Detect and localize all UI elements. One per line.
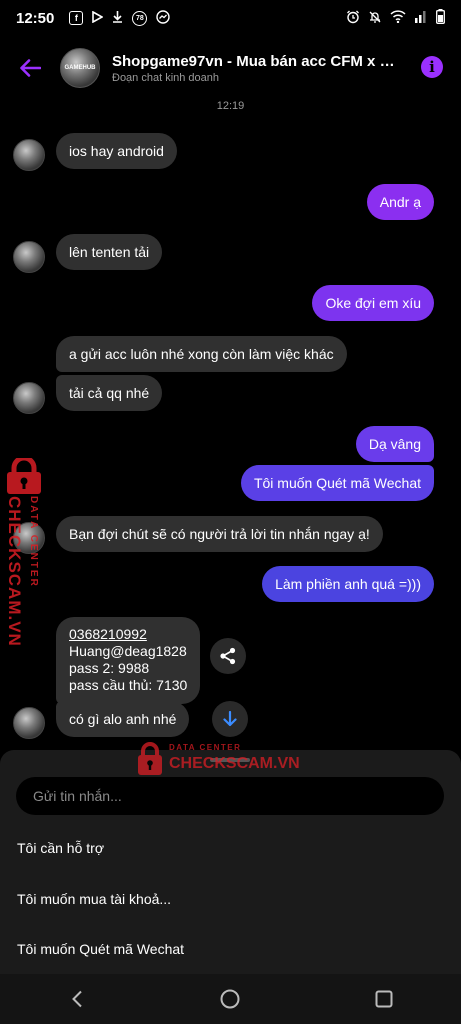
share-icon xyxy=(220,647,236,665)
back-chevron-icon xyxy=(71,990,82,1008)
share-button[interactable] xyxy=(210,638,246,674)
message-incoming-credentials[interactable]: 0368210992 Huang@deag1828 pass 2: 9988 p… xyxy=(56,617,201,704)
alarm-icon xyxy=(346,10,360,27)
contact-info[interactable]: Shopgame97vn - Mua bán acc CFM x Game...… xyxy=(112,53,402,84)
messenger-icon xyxy=(156,10,171,26)
message-line: pass cầu thủ: 7130 xyxy=(69,677,188,693)
status-bar: 12:50 f 78 xyxy=(0,0,461,36)
download-icon xyxy=(112,11,123,25)
sender-avatar[interactable] xyxy=(13,382,45,414)
checkscam-watermark-center: DATA CENTER CHECKSCAM.VN xyxy=(137,742,300,776)
message-incoming[interactable]: tải cả qq nhé xyxy=(56,375,163,411)
message-outgoing[interactable]: Làm phiền anh quá =))) xyxy=(262,566,434,602)
message-outgoing[interactable]: Oke đợi em xíu xyxy=(312,285,434,321)
sender-avatar[interactable] xyxy=(13,139,45,171)
phone-number-link[interactable]: 0368210992 xyxy=(69,626,187,643)
notification-count-icon: 78 xyxy=(132,10,148,26)
quick-reply-item[interactable]: Tôi muốn Quét mã Wechat xyxy=(17,941,184,957)
back-arrow-icon xyxy=(20,59,41,77)
message-incoming[interactable]: a gửi acc luôn nhé xong còn làm việc khá… xyxy=(56,336,347,372)
wifi-icon xyxy=(390,10,406,26)
watermark-top-text: DATA CENTER xyxy=(28,496,39,588)
home-circle-icon xyxy=(220,989,240,1009)
contact-name: Shopgame97vn - Mua bán acc CFM x Game... xyxy=(112,52,402,70)
chat-header: GAMEHUB Shopgame97vn - Mua bán acc CFM x… xyxy=(0,36,461,100)
sender-avatar[interactable] xyxy=(13,241,45,273)
battery-icon xyxy=(436,9,445,27)
nav-recents-button[interactable] xyxy=(359,979,409,1019)
status-time: 12:50 xyxy=(16,9,55,27)
info-icon[interactable]: i xyxy=(421,56,443,78)
lock-icon xyxy=(7,458,41,494)
message-line: pass 2: 9988 xyxy=(69,660,150,676)
nav-home-button[interactable] xyxy=(205,979,255,1019)
recents-square-icon xyxy=(375,990,393,1008)
watermark-brand-text: CHECKSCAM.VN xyxy=(169,755,300,772)
message-outgoing[interactable]: Tôi muốn Quét mã Wechat xyxy=(240,465,434,501)
contact-subtitle: Đoạn chat kinh doanh xyxy=(112,71,220,84)
quick-reply-item[interactable]: Tôi muốn mua tài khoả... xyxy=(17,891,171,907)
facebook-icon: f xyxy=(69,11,84,25)
sender-avatar[interactable] xyxy=(13,707,45,739)
scroll-down-button[interactable] xyxy=(212,701,248,737)
message-outgoing[interactable]: Dạ vâng xyxy=(355,426,434,462)
system-nav-bar xyxy=(0,974,461,1024)
message-input[interactable]: Gửi tin nhắn... xyxy=(16,777,444,815)
contact-avatar[interactable]: GAMEHUB xyxy=(60,48,100,88)
signal-icon xyxy=(414,10,428,26)
message-incoming[interactable]: ios hay android xyxy=(56,133,177,169)
lock-icon xyxy=(138,742,162,775)
message-incoming[interactable]: có gì alo anh nhé xyxy=(56,701,190,737)
watermark-brand-text: CHECKSCAM.VN xyxy=(5,496,24,647)
avatar-logo-text: GAMEHUB xyxy=(64,65,96,71)
arrow-down-icon xyxy=(223,711,237,727)
message-incoming[interactable]: lên tenten tải xyxy=(56,234,163,270)
watermark-top-text: DATA CENTER xyxy=(169,743,242,752)
play-store-icon xyxy=(92,10,105,25)
reply-panel: Gửi tin nhắn... Tôi cần hỗ trợ Tôi muốn … xyxy=(0,750,461,974)
nav-back-button[interactable] xyxy=(52,979,102,1019)
message-outgoing[interactable]: Andr ạ xyxy=(366,184,434,220)
message-line: Huang@deag1828 xyxy=(69,643,187,659)
back-button[interactable] xyxy=(2,40,58,96)
message-incoming[interactable]: Bạn đợi chút sẽ có người trả lời tin nhắ… xyxy=(56,516,383,552)
quick-reply-item[interactable]: Tôi cần hỗ trợ xyxy=(17,840,104,856)
chat-timestamp: 12:19 xyxy=(216,100,245,112)
checkscam-watermark: DATA CENTER CHECKSCAM.VN xyxy=(4,458,44,648)
mute-icon xyxy=(368,10,382,27)
